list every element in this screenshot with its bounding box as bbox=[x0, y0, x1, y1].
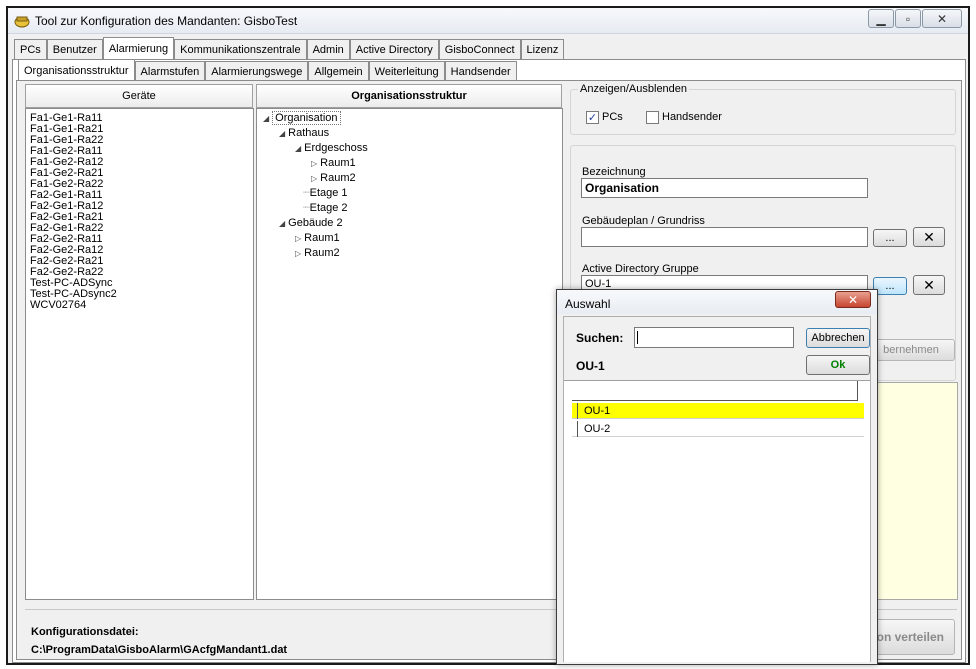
app-icon bbox=[14, 13, 30, 29]
close-icon: ✕ bbox=[936, 11, 948, 26]
maximize-button[interactable]: ▫ bbox=[895, 9, 921, 28]
search-label: Suchen: bbox=[576, 331, 624, 345]
window-title: Tool zur Konfiguration des Mandanten: Gi… bbox=[35, 14, 298, 28]
title-bar: Tool zur Konfiguration des Mandanten: Gi… bbox=[8, 8, 968, 34]
bezeichnung-input[interactable]: Organisation bbox=[581, 178, 868, 198]
expanded-icon: ◢ bbox=[263, 114, 270, 123]
tab-kommunikationszentrale[interactable]: Kommunikationszentrale bbox=[174, 39, 307, 59]
tab-active-directory[interactable]: Active Directory bbox=[349, 39, 439, 59]
ok-button[interactable]: Ok bbox=[806, 355, 870, 375]
ad-group-label: Active Directory Gruppe bbox=[582, 263, 699, 275]
pcs-checkbox[interactable]: ✓ bbox=[586, 111, 599, 124]
show-hide-legend: Anzeigen/Ausblenden bbox=[578, 83, 690, 95]
expanded-icon: ◢ bbox=[279, 219, 286, 228]
delete-icon: ✕ bbox=[923, 228, 935, 245]
tree-node-raum1[interactable]: ▷ Raum1 bbox=[295, 232, 340, 245]
expanded-icon: ◢ bbox=[279, 129, 286, 138]
handsender-checkbox[interactable] bbox=[646, 111, 659, 124]
tab-alarmierung[interactable]: Alarmierung bbox=[102, 37, 175, 59]
expanded-icon: ◢ bbox=[295, 144, 302, 153]
handsender-label: Handsender bbox=[662, 111, 722, 123]
row-value: OU-1 bbox=[584, 405, 611, 417]
tree-node-raum2[interactable]: ▷ Raum2 bbox=[295, 247, 340, 260]
tree-node-etage-1[interactable]: ┈Etage 1 bbox=[303, 187, 348, 200]
tab-lizenz[interactable]: Lizenz bbox=[520, 39, 565, 59]
text-cursor bbox=[637, 331, 638, 344]
ad-group-browse-button[interactable]: ... bbox=[873, 277, 907, 295]
list-item[interactable]: WCV02764 bbox=[30, 300, 86, 311]
org-header: Organisationsstruktur bbox=[256, 84, 562, 108]
tab-gisboconnect[interactable]: GisboConnect bbox=[438, 39, 521, 59]
devices-header: Geräte bbox=[25, 84, 253, 108]
show-hide-group bbox=[570, 89, 956, 135]
tree-node-erdgeschoss[interactable]: ◢ Erdgeschoss bbox=[295, 142, 368, 155]
minimize-icon: ▁ bbox=[876, 11, 886, 26]
tab-weiterleitung[interactable]: Weiterleitung bbox=[368, 61, 445, 81]
close-window-button[interactable]: ✕ bbox=[922, 9, 962, 28]
search-input[interactable] bbox=[634, 327, 794, 348]
tab-alarmierungswege[interactable]: Alarmierungswege bbox=[205, 61, 309, 81]
collapsed-icon: ▷ bbox=[295, 249, 302, 258]
minimize-button[interactable]: ▁ bbox=[868, 9, 894, 28]
gebaeudeplan-input[interactable] bbox=[581, 227, 868, 247]
pcs-label: PCs bbox=[602, 111, 623, 123]
tree-node-raum1[interactable]: ▷ Raum1 bbox=[311, 157, 356, 170]
close-icon: ✕ bbox=[847, 292, 859, 307]
check-icon: ✓ bbox=[587, 112, 598, 124]
tab-organisationsstruktur[interactable]: Organisationsstruktur bbox=[18, 59, 135, 81]
dialog-title: Auswahl bbox=[565, 297, 611, 311]
tree-node-organisation[interactable]: ◢ Organisation bbox=[263, 111, 341, 125]
tab-allgemein[interactable]: Allgemein bbox=[308, 61, 369, 81]
collapsed-icon: ▷ bbox=[311, 174, 318, 183]
tree-node-raum2[interactable]: ▷ Raum2 bbox=[311, 172, 356, 185]
grid-header bbox=[572, 381, 858, 401]
config-label: Konfigurationsdatei: bbox=[31, 626, 139, 638]
gebaeudeplan-clear-button[interactable]: ✕ bbox=[913, 227, 945, 247]
gebaeudeplan-label: Gebäudeplan / Grundriss bbox=[582, 215, 705, 227]
dialog-body: Suchen: Abbrechen OU-1 Ok OU-1 OU-2 bbox=[563, 316, 871, 662]
devices-list[interactable]: Fa1-Ge1-Ra11 Fa1-Ge1-Ra21 Fa1-Ge1-Ra22 F… bbox=[25, 108, 254, 600]
uebernehmen-button[interactable]: bernehmen bbox=[867, 339, 955, 361]
maximize-icon: ▫ bbox=[905, 11, 911, 26]
current-selection: OU-1 bbox=[576, 359, 605, 373]
tab-benutzer[interactable]: Benutzer bbox=[46, 39, 103, 59]
collapsed-icon: ▷ bbox=[311, 159, 318, 168]
collapsed-icon: ▷ bbox=[295, 234, 302, 243]
tree-node-rathaus[interactable]: ◢ Rathaus bbox=[279, 127, 329, 140]
sub-tab-bar: Organisationsstruktur Alarmstufen Alarmi… bbox=[18, 59, 517, 81]
cancel-button[interactable]: Abbrechen bbox=[806, 328, 870, 348]
delete-icon: ✕ bbox=[923, 276, 935, 293]
tab-pcs[interactable]: PCs bbox=[14, 39, 47, 59]
tab-admin[interactable]: Admin bbox=[306, 39, 350, 59]
auswahl-dialog: Auswahl ✕ Suchen: Abbrechen OU-1 Ok OU-1… bbox=[556, 289, 878, 665]
gebaeudeplan-browse-button[interactable]: ... bbox=[873, 229, 907, 247]
table-row[interactable]: OU-2 bbox=[572, 421, 864, 437]
bezeichnung-label: Bezeichnung bbox=[582, 166, 646, 178]
row-value: OU-2 bbox=[584, 423, 611, 435]
ad-group-clear-button[interactable]: ✕ bbox=[913, 275, 945, 295]
org-tree[interactable]: ◢ Organisation ◢ Rathaus ◢ Erdgeschoss ▷ Rau… bbox=[256, 108, 563, 600]
tree-node-etage-2[interactable]: ┈Etage 2 bbox=[303, 202, 348, 215]
config-path: C:\ProgramData\GisboAlarm\GAcfgMandant1.… bbox=[31, 644, 288, 656]
dialog-close-button[interactable]: ✕ bbox=[835, 291, 871, 308]
tab-alarmstufen[interactable]: Alarmstufen bbox=[134, 61, 206, 81]
main-tab-bar: PCs Benutzer Alarmierung Kommunikationsz… bbox=[14, 37, 565, 59]
tree-node-gebaeude-2[interactable]: ◢ Gebäude 2 bbox=[279, 217, 343, 230]
dialog-title-bar: Auswahl ✕ bbox=[557, 290, 877, 314]
table-row[interactable]: OU-1 bbox=[572, 403, 864, 419]
tab-handsender[interactable]: Handsender bbox=[444, 61, 517, 81]
selection-grid[interactable]: OU-1 OU-2 bbox=[564, 380, 870, 662]
